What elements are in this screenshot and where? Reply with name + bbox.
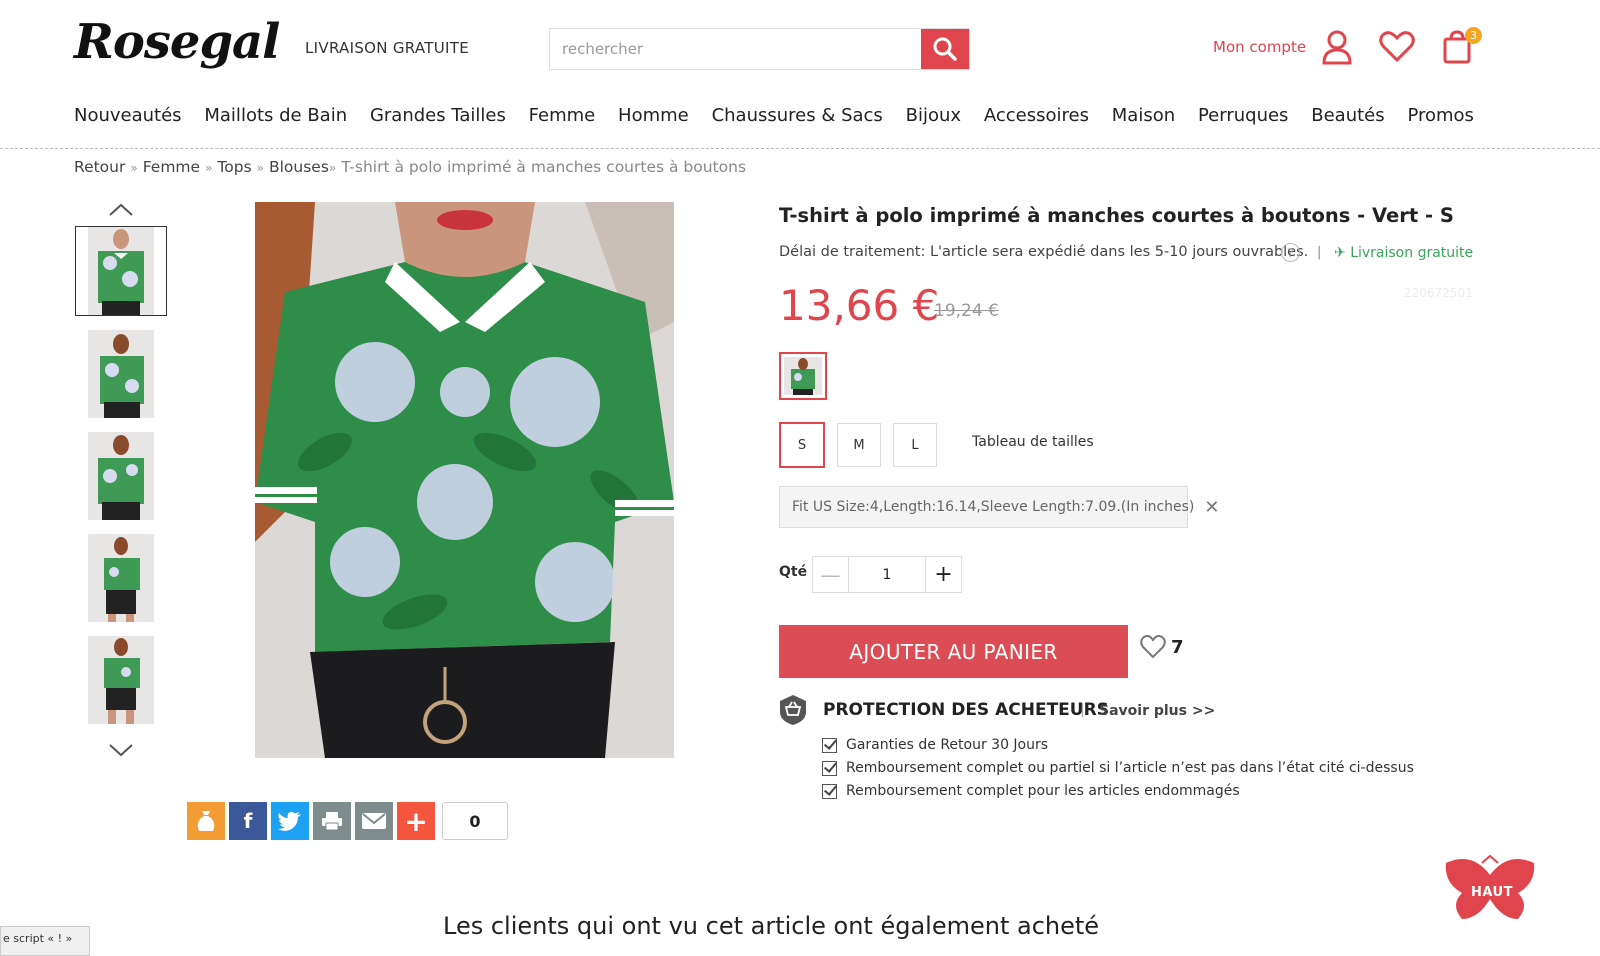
- quantity-decrease-button[interactable]: —: [813, 557, 849, 592]
- section-title: Les clients qui ont vu cet article ont é…: [443, 912, 1100, 940]
- nav-item[interactable]: Homme: [618, 105, 689, 126]
- current-price: 13,66 €: [779, 281, 940, 330]
- protection-separator: |: [1080, 702, 1085, 718]
- product-sku: 220672501: [1404, 286, 1473, 300]
- search-bar: [549, 28, 970, 70]
- thumbs-down-arrow-icon[interactable]: [106, 742, 136, 764]
- nav-item[interactable]: Promos: [1407, 105, 1473, 126]
- product-thumbnail[interactable]: [88, 636, 154, 724]
- quantity-increase-button[interactable]: +: [925, 557, 961, 592]
- main-nav: Nouveautés Maillots de Bain Grandes Tail…: [74, 105, 1474, 126]
- nav-item[interactable]: Bijoux: [906, 105, 961, 126]
- product-thumbnail[interactable]: [88, 534, 154, 622]
- cart-count-badge: 3: [1465, 27, 1482, 44]
- fit-info-text: Fit US Size:4,Length:16.14,Sleeve Length…: [792, 499, 1195, 515]
- product-thumbnail[interactable]: [88, 432, 154, 520]
- plane-icon: ✈: [1334, 245, 1346, 261]
- print-icon[interactable]: [313, 802, 351, 840]
- size-option-m[interactable]: M: [837, 423, 881, 467]
- nav-item[interactable]: Accessoires: [984, 105, 1089, 126]
- nav-item[interactable]: Maillots de Bain: [204, 105, 347, 126]
- free-shipping-tagline: LIVRAISON GRATUITE: [305, 39, 469, 57]
- shield-basket-icon: [779, 694, 807, 726]
- nav-item[interactable]: Chaussures & Sacs: [712, 105, 883, 126]
- checkbox-checked-icon: [822, 737, 837, 753]
- search-icon: [933, 37, 957, 61]
- product-thumbnail[interactable]: [88, 330, 154, 418]
- free-shipping-text: Livraison gratuite: [1350, 245, 1474, 261]
- buyer-protection-title: PROTECTION DES ACHETEURS: [823, 700, 1109, 720]
- site-logo[interactable]: Rosegal: [74, 14, 280, 70]
- breadcrumb-separator: »: [205, 161, 213, 175]
- nav-item[interactable]: Grandes Tailles: [370, 105, 506, 126]
- guarantee-text: Garanties de Retour 30 Jours: [846, 737, 1049, 753]
- learn-more-link[interactable]: Savoir plus >>: [1099, 703, 1215, 719]
- guarantee-item: Remboursement complet ou partiel si l’ar…: [822, 760, 1414, 776]
- product-title: T-shirt à polo imprimé à manches courtes…: [779, 204, 1454, 227]
- quantity-stepper: — 1 +: [812, 556, 962, 593]
- back-to-top-label: HAUT: [1471, 885, 1513, 900]
- nav-item[interactable]: Beautés: [1311, 105, 1384, 126]
- nav-item[interactable]: Femme: [529, 105, 596, 126]
- product-thumbnail[interactable]: [75, 226, 167, 316]
- checkbox-checked-icon: [822, 760, 837, 776]
- checkbox-checked-icon: [822, 783, 837, 799]
- user-icon[interactable]: [1318, 26, 1356, 68]
- back-to-top-button[interactable]: HAUT: [1442, 853, 1542, 923]
- nav-divider: [0, 148, 1600, 149]
- breadcrumb-link[interactable]: Retour: [74, 158, 125, 176]
- guarantee-text: Remboursement complet ou partiel si l’ar…: [846, 760, 1414, 776]
- quantity-input[interactable]: 1: [849, 557, 925, 592]
- more-share-icon[interactable]: +: [397, 802, 435, 840]
- wishlist-heart-icon[interactable]: [1378, 26, 1416, 68]
- thumbs-up-arrow-icon[interactable]: [106, 200, 136, 222]
- breadcrumb-separator: »: [130, 161, 138, 175]
- size-chart-link[interactable]: Tableau de tailles: [972, 434, 1094, 450]
- add-to-cart-button[interactable]: AJOUTER AU PANIER: [779, 625, 1128, 678]
- favorite-button[interactable]: 7: [1140, 635, 1184, 659]
- twitter-share-icon[interactable]: [271, 802, 309, 840]
- account-link[interactable]: Mon compte: [1213, 38, 1306, 56]
- main-product-image[interactable]: [255, 202, 674, 758]
- logo-text: Rosegal: [74, 14, 280, 70]
- info-separator: |: [1317, 245, 1322, 260]
- color-swatch[interactable]: [779, 352, 827, 400]
- facebook-share-icon[interactable]: f: [229, 802, 267, 840]
- guarantee-text: Remboursement complet pour les articles …: [846, 783, 1240, 799]
- breadcrumb-current: T-shirt à polo imprimé à manches courtes…: [341, 158, 747, 176]
- script-status-tab[interactable]: e script « ! »: [0, 926, 90, 956]
- fit-info-box: Fit US Size:4,Length:16.14,Sleeve Length…: [779, 486, 1219, 528]
- close-icon[interactable]: ✕: [1204, 497, 1219, 518]
- heart-icon: [1140, 635, 1166, 659]
- processing-delay-text: Délai de traitement: L'article sera expé…: [779, 244, 1309, 260]
- nav-item[interactable]: Nouveautés: [74, 105, 182, 126]
- breadcrumb-link[interactable]: Femme: [143, 158, 200, 176]
- original-price: 19,24 €: [934, 301, 999, 321]
- breadcrumb-link[interactable]: Tops: [217, 158, 251, 176]
- share-count: 0: [442, 802, 508, 840]
- share-bar: f + 0: [187, 802, 508, 840]
- breadcrumb-link[interactable]: Blouses: [269, 158, 329, 176]
- quantity-label: Qté: [779, 564, 808, 580]
- breadcrumb-separator: »: [328, 161, 337, 175]
- guarantee-item: Garanties de Retour 30 Jours: [822, 737, 1048, 753]
- money-bag-share-icon[interactable]: [187, 802, 225, 840]
- guarantee-item: Remboursement complet pour les articles …: [822, 783, 1240, 799]
- size-option-l[interactable]: L: [893, 423, 937, 467]
- search-button[interactable]: [921, 29, 969, 69]
- nav-item[interactable]: Maison: [1112, 105, 1175, 126]
- breadcrumb-separator: »: [256, 161, 264, 175]
- favorites-count: 7: [1171, 636, 1184, 658]
- nav-item[interactable]: Perruques: [1198, 105, 1288, 126]
- email-share-icon[interactable]: [355, 802, 393, 840]
- free-shipping-label: ✈ Livraison gratuite: [1334, 245, 1473, 261]
- breadcrumb: Retour» Femme» Tops» Blouses» T-shirt à polo…: [74, 158, 746, 176]
- help-question-icon[interactable]: ?: [1281, 243, 1300, 262]
- size-option-s[interactable]: S: [779, 422, 825, 468]
- search-input[interactable]: [550, 29, 921, 69]
